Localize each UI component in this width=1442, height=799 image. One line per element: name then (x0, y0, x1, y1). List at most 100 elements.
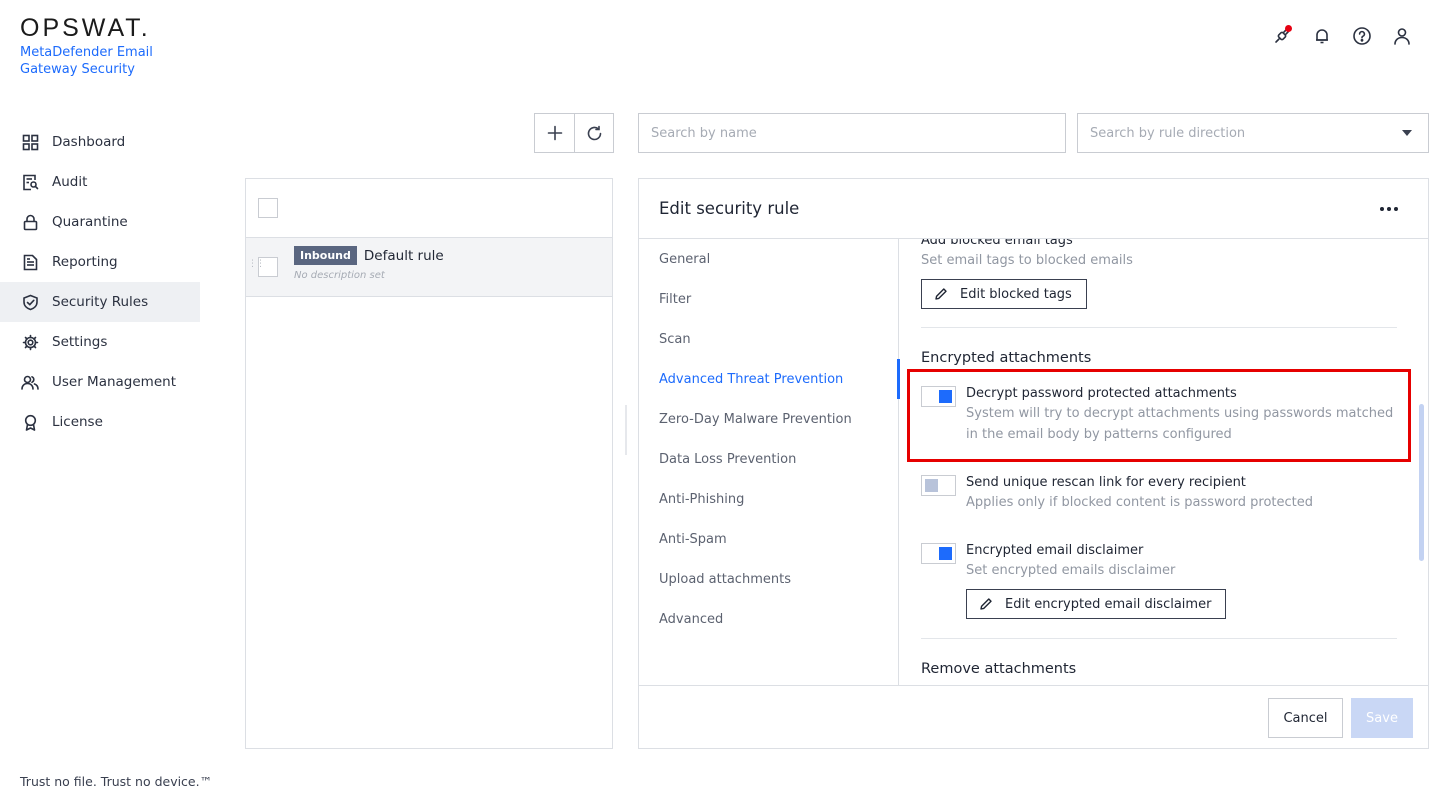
edit-rule-panel: Edit security rule General Filter Scan A… (638, 178, 1429, 749)
header-actions (1262, 24, 1422, 48)
section-title-remove: Remove attachments (921, 661, 1077, 677)
divider (921, 327, 1397, 328)
decrypt-toggle[interactable] (921, 386, 956, 407)
disclaimer-setting: Encrypted email disclaimer Set encrypted… (921, 543, 1397, 581)
setting-title: Decrypt password protected attachments (966, 386, 1237, 401)
direction-badge: Inbound (294, 246, 357, 265)
settings-content: Add blocked email tags Set email tags to… (900, 239, 1417, 685)
blocked-tags-setting: Add blocked email tags Set email tags to… (921, 239, 1397, 271)
help-icon[interactable] (1342, 24, 1382, 48)
opswat-logo[interactable]: OPSWAT. (20, 14, 160, 42)
edit-tabs: General Filter Scan Advanced Threat Prev… (639, 239, 900, 685)
refresh-icon (587, 125, 601, 140)
tab-general[interactable]: General (639, 239, 898, 279)
setting-desc: Set email tags to blocked emails (921, 253, 1133, 268)
scrollbar-thumb[interactable] (1419, 404, 1424, 561)
audit-icon (20, 172, 40, 192)
tab-scan[interactable]: Scan (639, 319, 898, 359)
rule-text: Inbound Default rule No description set (294, 246, 444, 281)
edit-disclaimer-button[interactable]: Edit encrypted email disclaimer (966, 589, 1227, 619)
sidebar-item-label: Settings (52, 334, 108, 350)
sidebar-item-label: User Management (52, 374, 176, 390)
refresh-button[interactable] (574, 114, 613, 152)
rescan-link-toggle[interactable] (921, 475, 956, 496)
sidebar-item-license[interactable]: License (0, 402, 200, 442)
more-options-icon[interactable] (1380, 206, 1398, 211)
button-label: Edit encrypted email disclaimer (1005, 596, 1212, 612)
rule-list: ⋮⋮ Inbound Default rule No description s… (245, 178, 613, 749)
decrypt-setting: Decrypt password protected attachments S… (921, 386, 1397, 445)
rule-description: No description set (294, 270, 385, 281)
section-title-encrypted: Encrypted attachments (921, 350, 1092, 366)
sidebar-item-label: License (52, 414, 103, 430)
tab-data-loss-prevention[interactable]: Data Loss Prevention (639, 439, 898, 479)
plug-icon[interactable] (1262, 24, 1302, 48)
add-rule-button[interactable] (535, 114, 574, 152)
sidebar-item-user-management[interactable]: User Management (0, 362, 200, 402)
setting-desc: Applies only if blocked content is passw… (966, 495, 1314, 510)
disclaimer-toggle[interactable] (921, 543, 956, 564)
sidebar: Dashboard Audit Quarantine Reporting Sec… (0, 122, 200, 442)
sidebar-item-label: Reporting (52, 254, 118, 270)
rule-list-header (246, 179, 612, 238)
tab-filter[interactable]: Filter (639, 279, 898, 319)
gear-icon (20, 332, 40, 352)
pencil-icon (935, 288, 947, 300)
panel-resize-handle[interactable] (625, 405, 627, 455)
lock-icon (20, 212, 40, 232)
sidebar-item-dashboard[interactable]: Dashboard (0, 122, 200, 162)
tab-zero-day-malware-prevention[interactable]: Zero-Day Malware Prevention (639, 399, 898, 439)
tab-upload-attachments[interactable]: Upload attachments (639, 559, 898, 599)
sidebar-item-settings[interactable]: Settings (0, 322, 200, 362)
chevron-down-icon (1402, 130, 1412, 136)
sidebar-item-label: Audit (52, 174, 88, 190)
sidebar-item-security-rules[interactable]: Security Rules (0, 282, 200, 322)
table-row[interactable]: ⋮⋮ Inbound Default rule No description s… (246, 238, 612, 297)
divider (921, 638, 1397, 639)
save-button[interactable]: Save (1351, 698, 1413, 738)
setting-title: Encrypted email disclaimer (966, 543, 1144, 558)
users-icon (20, 372, 40, 392)
page-title: Edit security rule (659, 199, 800, 218)
bell-icon[interactable] (1302, 24, 1342, 48)
search-by-direction-select[interactable]: Search by rule direction (1077, 113, 1429, 153)
search-direction-placeholder: Search by rule direction (1090, 125, 1246, 141)
tab-advanced[interactable]: Advanced (639, 599, 898, 639)
cancel-button[interactable]: Cancel (1268, 698, 1343, 738)
footer-tagline: Trust no file. Trust no device.™ (20, 774, 213, 789)
award-icon (20, 412, 40, 432)
user-icon[interactable] (1382, 24, 1422, 48)
rule-list-toolbar (534, 113, 614, 153)
edit-panel-footer: Cancel Save (639, 685, 1428, 748)
sidebar-item-reporting[interactable]: Reporting (0, 242, 200, 282)
document-icon (20, 252, 40, 272)
shield-check-icon (20, 292, 40, 312)
sidebar-item-label: Security Rules (52, 294, 149, 310)
product-name: MetaDefender Email Gateway Security (20, 45, 153, 77)
setting-title: Send unique rescan link for every recipi… (966, 475, 1246, 490)
tab-anti-spam[interactable]: Anti-Spam (639, 519, 898, 559)
button-label: Edit blocked tags (960, 286, 1072, 302)
setting-title: Add blocked email tags (921, 239, 1073, 248)
sidebar-item-label: Dashboard (52, 134, 126, 150)
edit-panel-header: Edit security rule (639, 179, 1428, 239)
content-scrollbar[interactable] (1418, 239, 1428, 685)
rescan-link-setting: Send unique rescan link for every recipi… (921, 475, 1397, 513)
setting-desc: System will try to decrypt attachments u… (966, 406, 1394, 442)
sidebar-item-label: Quarantine (52, 214, 128, 230)
drag-handle-icon[interactable]: ⋮⋮ (248, 260, 265, 269)
pencil-icon (980, 598, 992, 610)
setting-desc: Set encrypted emails disclaimer (966, 563, 1176, 578)
tab-advanced-threat-prevention[interactable]: Advanced Threat Prevention (639, 359, 898, 399)
search-by-name-input[interactable] (638, 113, 1066, 153)
sidebar-item-audit[interactable]: Audit (0, 162, 200, 202)
notification-dot (1285, 25, 1292, 32)
select-all-checkbox[interactable] (258, 198, 278, 218)
sidebar-item-quarantine[interactable]: Quarantine (0, 202, 200, 242)
dashboard-icon (20, 132, 40, 152)
edit-blocked-tags-button[interactable]: Edit blocked tags (921, 279, 1087, 309)
tab-anti-phishing[interactable]: Anti-Phishing (639, 479, 898, 519)
plus-icon (547, 125, 562, 141)
brand: OPSWAT. MetaDefender Email Gateway Secur… (20, 14, 160, 78)
rule-name: Default rule (363, 247, 444, 264)
